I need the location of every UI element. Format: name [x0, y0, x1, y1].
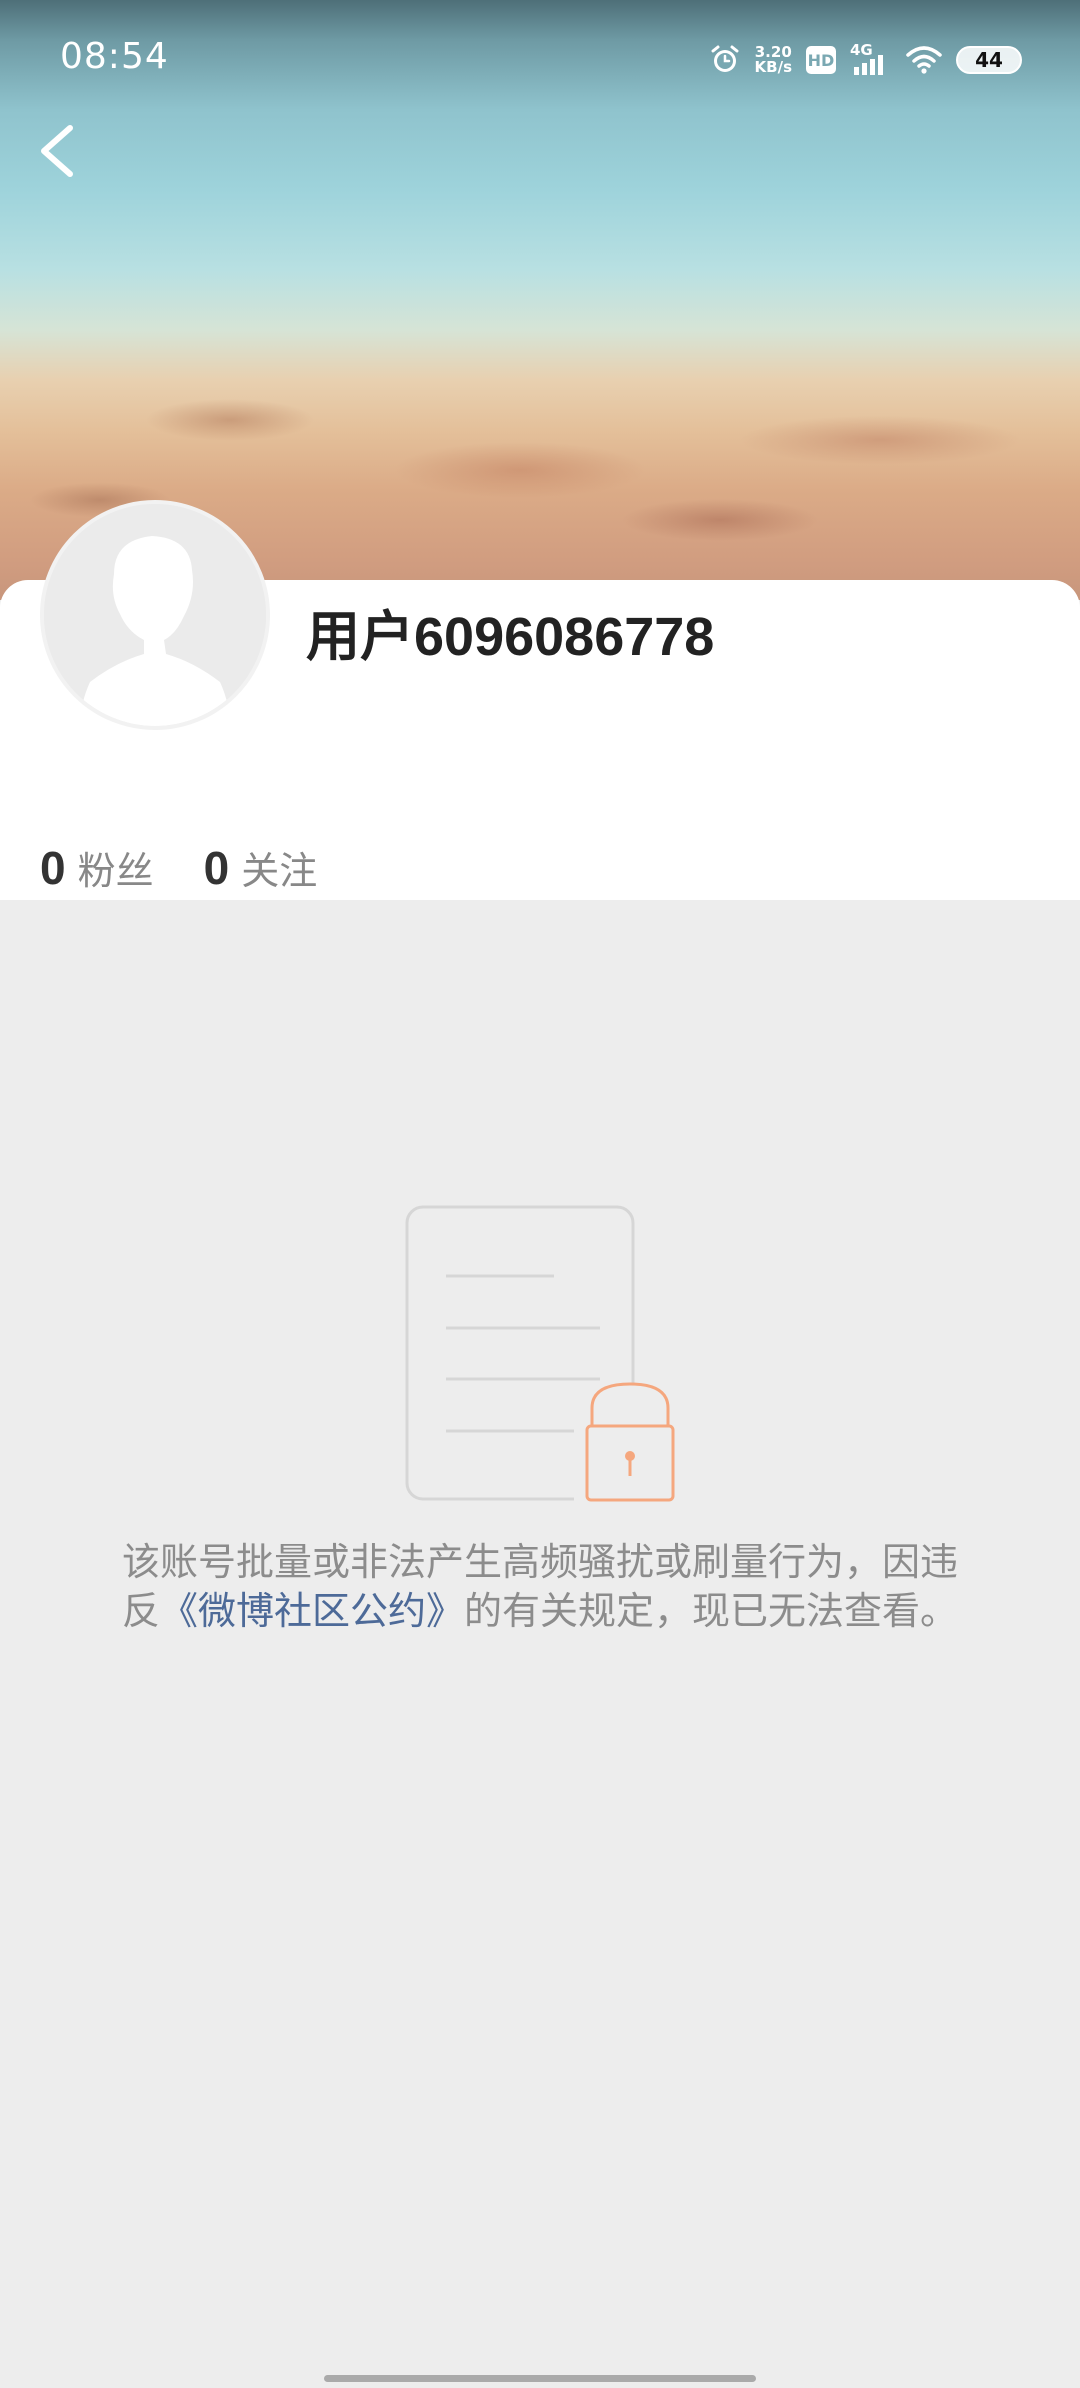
home-indicator[interactable]	[324, 2375, 756, 2382]
locked-document-illustration	[405, 1205, 684, 1504]
network-speed: 3.20 KB/s	[755, 45, 792, 75]
following-stat[interactable]: 0 关注	[204, 840, 318, 895]
wifi-icon	[906, 46, 942, 74]
profile-stats: 0 粉丝 0 关注	[40, 840, 317, 895]
chevron-left-icon	[41, 125, 73, 177]
default-avatar-icon	[44, 504, 266, 726]
community-guidelines-link[interactable]: 《微博社区公约》	[160, 1589, 464, 1633]
cellular-signal-icon: 4G	[850, 41, 892, 75]
battery-indicator: 44	[956, 46, 1022, 74]
status-bar: 08:54 3.20 KB/s HD 4G 44	[0, 0, 1080, 120]
network-speed-unit: KB/s	[754, 58, 792, 76]
following-label: 关注	[241, 849, 318, 893]
user-avatar[interactable]	[40, 500, 270, 730]
alarm-icon	[711, 45, 739, 72]
account-restricted-notice: 该账号批量或非法产生高频骚扰或刷量行为，因违反《微博社区公约》的有关规定，现已无…	[110, 1538, 970, 1636]
hd-icon: HD	[806, 46, 836, 74]
notice-text-part2: 的有关规定，现已无法查看。	[464, 1589, 959, 1633]
followers-stat[interactable]: 0 粉丝	[40, 840, 154, 895]
lock-icon	[574, 1382, 684, 1504]
status-time: 08:54	[60, 36, 169, 77]
followers-label: 粉丝	[77, 849, 154, 893]
followers-count: 0	[40, 842, 66, 894]
back-button[interactable]	[34, 116, 84, 186]
following-count: 0	[203, 842, 230, 894]
status-icons: 3.20 KB/s HD 4G 44	[709, 40, 1022, 80]
username: 用户6096086778	[306, 607, 715, 667]
